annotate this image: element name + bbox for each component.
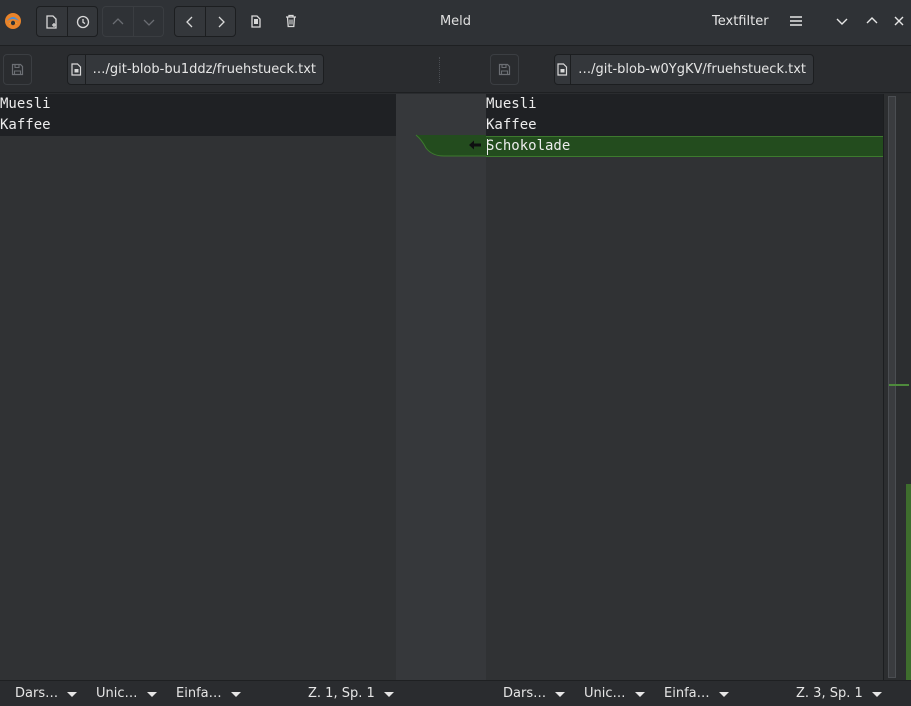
right-encoding-label: Unic…: [584, 686, 626, 701]
left-encoding-dropdown[interactable]: Unic…: [96, 686, 157, 701]
right-cursor-label: Z. 3, Sp. 1: [796, 686, 863, 701]
dropdown-caret-icon: [718, 691, 729, 697]
hamburger-icon: [790, 16, 802, 26]
right-insert-mode-dropdown[interactable]: Einfa…: [664, 686, 729, 701]
left-save-button[interactable]: [3, 54, 32, 85]
dropdown-caret-icon: [634, 691, 645, 697]
right-status-bar: Dars… Unic… Einfa… Z. 3, Sp. 1: [440, 680, 911, 706]
right-view-label: Dars…: [503, 686, 547, 701]
trash-icon: [286, 14, 296, 28]
left-file-icon: [68, 55, 86, 84]
change-nav-group: [102, 6, 164, 37]
maximize-button[interactable]: [860, 6, 884, 36]
chevron-left-icon: [186, 16, 193, 27]
chevron-up-icon: [112, 17, 124, 24]
right-line-3-inserted: Schokolade: [486, 136, 883, 157]
close-button[interactable]: [887, 6, 911, 36]
left-file-chooser[interactable]: …/git-blob-bu1ddz/fruehstueck.txt: [67, 54, 324, 85]
left-view-label: Dars…: [15, 686, 59, 701]
conflict-nav-group: [174, 6, 236, 37]
right-encoding-dropdown[interactable]: Unic…: [584, 686, 645, 701]
right-file-path: …/git-blob-w0YgKV/fruehstueck.txt: [578, 62, 806, 77]
save-icon: [498, 63, 511, 76]
header-bar: Meld Textfilter: [0, 0, 911, 46]
close-icon: [894, 16, 904, 26]
left-file-path: …/git-blob-bu1ddz/fruehstueck.txt: [92, 62, 316, 77]
dropdown-caret-icon: [146, 691, 157, 697]
left-insert-mode-label: Einfa…: [176, 686, 222, 701]
chevron-down-icon: [143, 19, 154, 26]
previous-change-button[interactable]: [103, 7, 133, 36]
left-cursor-label: Z. 1, Sp. 1: [308, 686, 375, 701]
left-status-bar: Dars… Unic… Einfa… Z. 1, Sp. 1: [0, 680, 440, 706]
recent-comparisons-button[interactable]: [67, 7, 97, 36]
dropdown-caret-icon: [555, 691, 566, 697]
new-file-icon: [46, 14, 57, 29]
dropdown-caret-icon: [67, 691, 78, 697]
left-encoding-label: Unic…: [96, 686, 138, 701]
maximize-chevron-icon: [866, 17, 878, 24]
left-text-view[interactable]: Muesli Kaffee: [0, 94, 396, 680]
textfilter-button[interactable]: Textfilter: [712, 14, 769, 29]
insert-chunk-link: [415, 134, 486, 157]
change-marker: [889, 384, 909, 386]
diff-map-scrollbar[interactable]: [883, 94, 911, 680]
delete-button[interactable]: [279, 6, 303, 36]
pane-separator: [439, 57, 441, 83]
diff-link-gutter: [396, 94, 486, 680]
next-change-button[interactable]: [133, 7, 163, 36]
new-comparison-button[interactable]: [37, 7, 67, 36]
right-view-dropdown[interactable]: Dars…: [503, 686, 566, 701]
file-actions-group: [36, 6, 98, 37]
minimize-chevron-icon: [836, 18, 848, 25]
dropdown-caret-icon: [383, 691, 394, 697]
right-insert-mode-label: Einfa…: [664, 686, 710, 701]
copy-button[interactable]: [244, 6, 268, 36]
menu-button[interactable]: [784, 6, 808, 36]
left-insert-mode-dropdown[interactable]: Einfa…: [176, 686, 241, 701]
meld-logo-icon: [2, 6, 24, 36]
arrow-left-icon: [469, 140, 481, 150]
right-line-1: Muesli: [486, 94, 883, 115]
right-save-button[interactable]: [490, 54, 519, 85]
text-cursor: [487, 139, 488, 155]
right-line-2: Kaffee: [486, 115, 883, 136]
minimize-button[interactable]: [830, 6, 854, 36]
left-line-1: Muesli: [0, 94, 396, 115]
changed-region-marker: [906, 484, 911, 680]
path-bar: …/git-blob-bu1ddz/fruehstueck.txt …/git-…: [0, 47, 911, 93]
clock-icon: [76, 15, 89, 28]
copy-icon: [251, 15, 261, 28]
next-conflict-button[interactable]: [205, 7, 235, 36]
dropdown-caret-icon: [230, 691, 241, 697]
dropdown-caret-icon: [871, 691, 882, 697]
scroll-track[interactable]: [888, 96, 896, 678]
left-cursor-position[interactable]: Z. 1, Sp. 1: [308, 686, 394, 701]
left-view-dropdown[interactable]: Dars…: [15, 686, 78, 701]
previous-conflict-button[interactable]: [175, 7, 205, 36]
right-file-chooser[interactable]: …/git-blob-w0YgKV/fruehstueck.txt: [554, 54, 814, 85]
right-file-icon: [555, 55, 572, 84]
right-cursor-position[interactable]: Z. 3, Sp. 1: [796, 686, 882, 701]
chevron-right-icon: [218, 16, 225, 27]
left-line-2: Kaffee: [0, 115, 396, 136]
save-icon: [11, 63, 24, 76]
copy-left-arrow-button[interactable]: [468, 138, 482, 152]
right-text-view[interactable]: Muesli Kaffee Schokolade: [486, 94, 883, 680]
